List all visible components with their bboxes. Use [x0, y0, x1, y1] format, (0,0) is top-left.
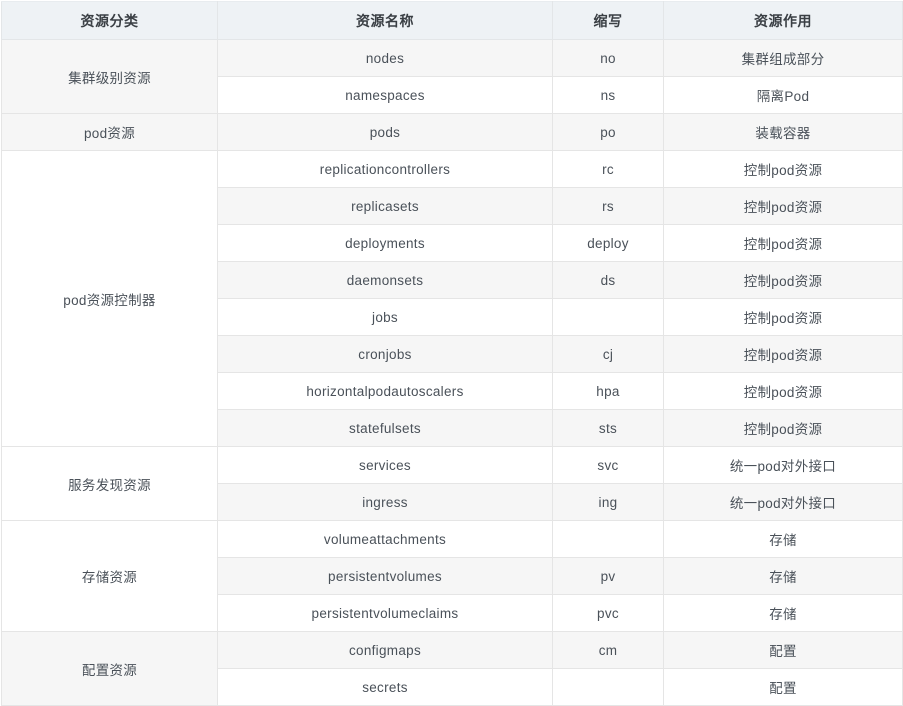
resource-role-cell: 控制pod资源 [663, 261, 903, 299]
table-header: 资源分类 资源名称 缩写 资源作用 [1, 1, 903, 40]
resource-abbr-cell: sts [552, 409, 664, 447]
category-cell: 服务发现资源 [1, 446, 218, 521]
resource-name-cell: ingress [217, 483, 553, 521]
resource-abbr-cell: pv [552, 557, 664, 595]
resource-name-cell: secrets [217, 668, 553, 706]
resource-role-cell: 控制pod资源 [663, 224, 903, 262]
resource-name-cell: replicationcontrollers [217, 150, 553, 188]
resource-name-cell: replicasets [217, 187, 553, 225]
resource-name-cell: deployments [217, 224, 553, 262]
resource-role-cell: 统一pod对外接口 [663, 446, 903, 484]
resource-role-cell: 集群组成部分 [663, 39, 903, 77]
resource-role-cell: 配置 [663, 668, 903, 706]
resource-name-cell: configmaps [217, 631, 553, 669]
resource-abbr-cell: pvc [552, 594, 664, 632]
resource-name-cell: cronjobs [217, 335, 553, 373]
table-row: pod资源控制器 replicationcontrollers rc 控制pod资源 [1, 150, 903, 447]
category-cell: 集群级别资源 [1, 39, 218, 114]
resource-name-cell: pods [217, 113, 553, 151]
resource-abbr-cell: ds [552, 261, 664, 299]
resource-name-cell: services [217, 446, 553, 484]
resource-name-cell: persistentvolumeclaims [217, 594, 553, 632]
resource-abbr-cell: po [552, 113, 664, 151]
resource-role-cell: 控制pod资源 [663, 372, 903, 410]
resource-abbr-cell: hpa [552, 372, 664, 410]
resource-abbr-cell [552, 298, 664, 336]
resource-name-cell: nodes [217, 39, 553, 77]
resource-abbr-cell: rs [552, 187, 664, 225]
category-cell: pod资源 [1, 113, 218, 151]
resource-role-cell: 配置 [663, 631, 903, 669]
table-header-row: 资源分类 资源名称 缩写 资源作用 [1, 1, 903, 40]
column-header-abbr: 缩写 [552, 1, 664, 40]
resource-role-cell: 控制pod资源 [663, 335, 903, 373]
category-cell: 配置资源 [1, 631, 218, 706]
resource-role-cell: 统一pod对外接口 [663, 483, 903, 521]
column-header-name: 资源名称 [217, 1, 553, 40]
category-cell: 存储资源 [1, 520, 218, 632]
resource-name-cell: daemonsets [217, 261, 553, 299]
kubernetes-resource-table: 资源分类 资源名称 缩写 资源作用 集群级别资源 nodes no 集群组成部分 nam… [1, 1, 903, 706]
resource-name-cell: volumeattachments [217, 520, 553, 558]
resource-table-container: 资源分类 资源名称 缩写 资源作用 集群级别资源 nodes no 集群组成部分 nam… [0, 0, 903, 706]
resource-role-cell: 控制pod资源 [663, 409, 903, 447]
resource-name-cell: namespaces [217, 76, 553, 114]
table-row: pod资源 pods po 装载容器 [1, 113, 903, 151]
resource-role-cell: 存储 [663, 520, 903, 558]
resource-abbr-cell [552, 668, 664, 706]
resource-role-cell: 控制pod资源 [663, 187, 903, 225]
resource-abbr-cell: ns [552, 76, 664, 114]
resource-name-cell: jobs [217, 298, 553, 336]
resource-abbr-cell: cm [552, 631, 664, 669]
resource-name-cell: statefulsets [217, 409, 553, 447]
resource-role-cell: 存储 [663, 557, 903, 595]
column-header-role: 资源作用 [663, 1, 903, 40]
resource-name-cell: horizontalpodautoscalers [217, 372, 553, 410]
resource-role-cell: 控制pod资源 [663, 150, 903, 188]
table-row: 服务发现资源 services svc 统一pod对外接口 [1, 446, 903, 521]
resource-abbr-cell: rc [552, 150, 664, 188]
resource-role-cell: 装载容器 [663, 113, 903, 151]
column-header-category: 资源分类 [1, 1, 218, 40]
resource-abbr-cell [552, 520, 664, 558]
table-row: 集群级别资源 nodes no 集群组成部分 [1, 39, 903, 114]
resource-abbr-cell: no [552, 39, 664, 77]
category-cell: pod资源控制器 [1, 150, 218, 447]
resource-name-cell: persistentvolumes [217, 557, 553, 595]
resource-role-cell: 存储 [663, 594, 903, 632]
resource-role-cell: 控制pod资源 [663, 298, 903, 336]
resource-abbr-cell: svc [552, 446, 664, 484]
table-row: 配置资源 configmaps cm 配置 [1, 631, 903, 706]
table-row: 存储资源 volumeattachments 存储 [1, 520, 903, 632]
table-body: 集群级别资源 nodes no 集群组成部分 namespaces ns 隔离Pod pod资… [1, 39, 903, 706]
resource-abbr-cell: ing [552, 483, 664, 521]
resource-abbr-cell: cj [552, 335, 664, 373]
resource-abbr-cell: deploy [552, 224, 664, 262]
resource-role-cell: 隔离Pod [663, 76, 903, 114]
